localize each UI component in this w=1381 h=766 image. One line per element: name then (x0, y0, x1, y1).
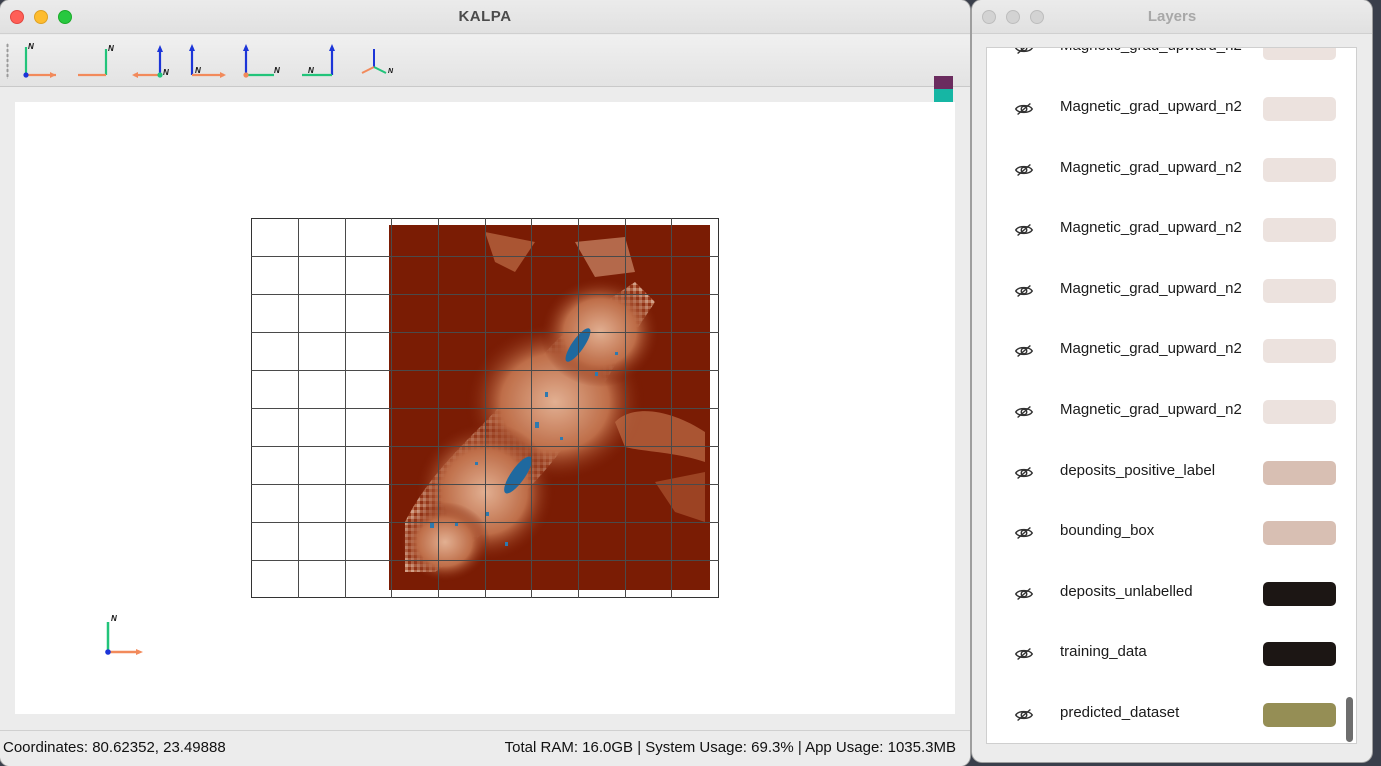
swatch-teal (934, 89, 953, 102)
layer-row[interactable]: deposits_unlabelled (995, 570, 1345, 618)
map-view[interactable]: N (15, 102, 955, 714)
main-window: KALPA N N N N N N N N Coordinates: 80.62… (0, 0, 970, 766)
svg-text:N: N (163, 68, 169, 77)
visibility-off-icon[interactable] (1013, 219, 1035, 241)
svg-text:N: N (388, 68, 394, 75)
layer-color-swatch[interactable] (1263, 460, 1336, 485)
layer-name: Magnetic_grad_upward_n2 (1060, 279, 1242, 297)
visibility-off-icon[interactable] (1013, 643, 1035, 665)
orientation-north-label: N (111, 614, 117, 623)
orientation-axes-icon: N (105, 614, 143, 655)
layer-name: Magnetic_grad_upward_n2 (1060, 158, 1242, 176)
statusbar: Coordinates: 80.62352, 23.49888 Total RA… (0, 730, 970, 766)
svg-text:N: N (108, 44, 114, 53)
visibility-off-icon[interactable] (1013, 522, 1035, 544)
layer-color-swatch[interactable] (1263, 642, 1336, 667)
view-axes-left-icon[interactable]: N (130, 41, 172, 81)
layer-color-swatch[interactable] (1263, 339, 1336, 364)
visibility-off-icon[interactable] (1013, 583, 1035, 605)
layer-row[interactable]: predicted_dataset (995, 691, 1345, 739)
layer-name: Magnetic_grad_upward_n2 (1060, 219, 1242, 237)
layer-color-swatch[interactable] (1263, 400, 1336, 424)
main-titlebar: KALPA (0, 0, 970, 34)
layer-name: predicted_dataset (1060, 704, 1180, 721)
memory-usage-readout: Total RAM: 16.0GB | System Usage: 69.3% … (504, 739, 956, 756)
view-axes-isometric-icon[interactable]: N (354, 41, 396, 81)
svg-text:N: N (308, 66, 314, 75)
view-axes-green-right-icon[interactable]: N (240, 41, 282, 81)
swatch-purple (934, 76, 953, 89)
layer-name: deposits_unlabelled (1060, 582, 1193, 600)
visibility-off-icon[interactable] (1013, 401, 1035, 423)
layer-color-swatch[interactable] (1263, 157, 1336, 182)
layer-row[interactable]: Magnetic_grad_upward_n2 (995, 48, 1345, 72)
visibility-off-icon[interactable] (1013, 704, 1035, 726)
layer-row[interactable]: Magnetic_grad_upward_n2 (995, 206, 1345, 254)
layer-row[interactable]: Magnetic_grad_upward_n2 (995, 146, 1345, 194)
view-axes-green-left-icon[interactable]: N (298, 41, 340, 81)
layers-titlebar: Layers (972, 0, 1372, 34)
layers-scrollbar[interactable] (1346, 697, 1353, 742)
layers-window-title: Layers (1147, 8, 1197, 25)
layer-color-swatch[interactable] (1263, 521, 1336, 546)
svg-text:N: N (274, 66, 280, 75)
visibility-off-icon[interactable] (1013, 98, 1035, 120)
layer-name: Magnetic_grad_upward_n2 (1060, 98, 1242, 115)
layers-window: Layers Magnetic_grad_upward_n2 Magnetic_… (972, 0, 1372, 762)
window-title: KALPA (458, 8, 512, 25)
layer-row[interactable]: bounding_box (995, 509, 1345, 557)
layer-color-swatch[interactable] (1263, 48, 1336, 60)
layer-row[interactable]: Magnetic_grad_upward_n2 (995, 327, 1345, 375)
layer-row[interactable]: Magnetic_grad_upward_n2 (995, 388, 1345, 436)
map-canvas[interactable]: N (15, 102, 955, 714)
visibility-off-icon[interactable] (1013, 48, 1035, 59)
view-axes-blue-up-icon[interactable]: N (186, 41, 228, 81)
visibility-off-icon[interactable] (1013, 280, 1035, 302)
visibility-off-icon[interactable] (1013, 340, 1035, 362)
visibility-off-icon[interactable] (1013, 159, 1035, 181)
layer-name: bounding_box (1060, 522, 1155, 540)
view-axes-north-up-icon[interactable]: N (16, 41, 58, 81)
layer-name: Magnetic_grad_upward_n2 (1060, 340, 1242, 358)
layer-name: Magnetic_grad_upward_n2 (1060, 401, 1242, 418)
toolbar-grip-handle[interactable] (6, 43, 9, 79)
layer-name: deposits_positive_label (1060, 461, 1216, 479)
layer-color-swatch[interactable] (1263, 703, 1336, 727)
layer-color-swatch[interactable] (1263, 97, 1336, 121)
visibility-off-icon[interactable] (1013, 462, 1035, 484)
layer-color-swatch[interactable] (1263, 278, 1336, 303)
layer-color-swatch[interactable] (1263, 218, 1336, 243)
layer-row[interactable]: Magnetic_grad_upward_n2 (995, 85, 1345, 133)
layer-row[interactable]: Magnetic_grad_upward_n2 (995, 267, 1345, 315)
view-axes-north-up-right-icon[interactable]: N (74, 41, 116, 81)
coordinates-readout: Coordinates: 80.62352, 23.49888 (3, 739, 226, 756)
toolbar: N N N N N N N (0, 35, 970, 115)
layer-row[interactable]: training_data (995, 630, 1345, 678)
layer-name: Magnetic_grad_upward_n2 (1060, 48, 1260, 54)
raster-layer (389, 225, 710, 590)
svg-text:N: N (195, 66, 201, 75)
layer-color-swatch[interactable] (1263, 581, 1336, 606)
layers-list[interactable]: Magnetic_grad_upward_n2 Magnetic_grad_up… (986, 47, 1357, 744)
layer-name: training_data (1060, 643, 1147, 661)
svg-text:N: N (28, 42, 34, 51)
layer-row[interactable]: deposits_positive_label (995, 449, 1345, 497)
